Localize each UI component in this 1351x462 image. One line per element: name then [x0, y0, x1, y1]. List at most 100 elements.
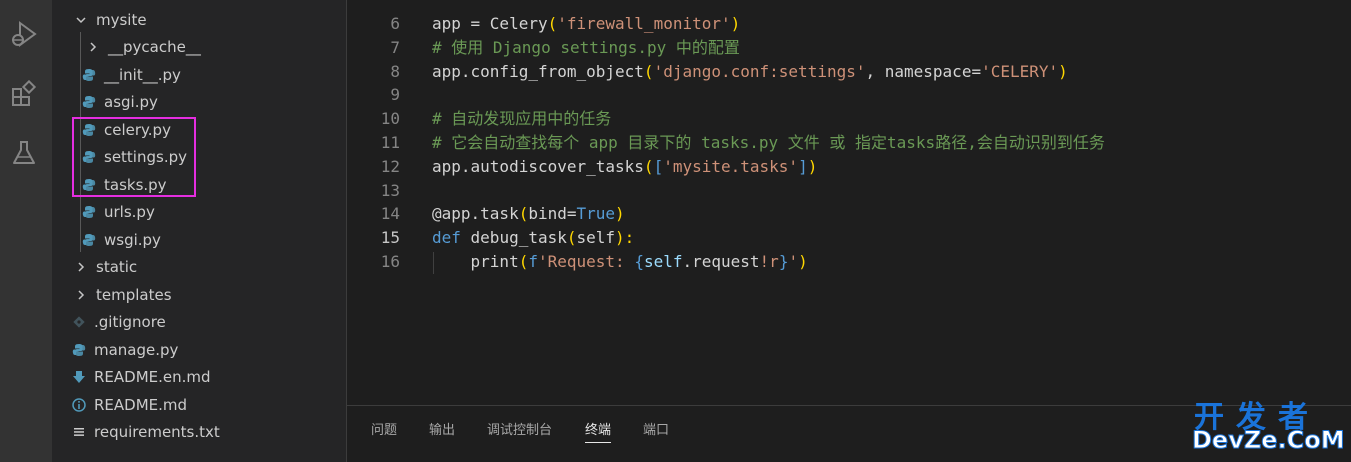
code-token: (: [518, 204, 529, 224]
explorer-item[interactable]: wsgi.py: [80, 226, 161, 253]
code-token: ): [807, 156, 818, 176]
explorer-item-label: README.md: [94, 395, 188, 414]
code-token: ): [1058, 61, 1068, 81]
code-token: 'firewall_monitor': [557, 14, 731, 33]
explorer-item-label: asgi.py: [104, 92, 158, 111]
line-number: 12: [380, 156, 400, 176]
code-line[interactable]: 10 # 自动发现应用中的任务: [347, 107, 1351, 131]
panel-tab[interactable]: 问题: [371, 422, 397, 442]
code-token: [: [653, 156, 664, 176]
code-token: ): [798, 252, 808, 271]
explorer-item-label: __pycache__: [108, 37, 201, 56]
code-token: def: [432, 228, 461, 248]
code-token: (: [518, 252, 529, 271]
explorer-item-label: README.en.md: [94, 367, 211, 386]
highlight-annotation-box: [72, 117, 196, 197]
text-file-icon: [70, 425, 88, 439]
code-line[interactable]: 7 # 使用 Django settings.py 中的配置: [347, 36, 1351, 60]
code-token: (: [547, 14, 558, 33]
explorer-item[interactable]: __pycache__: [84, 33, 201, 60]
code-token: .request: [682, 252, 760, 271]
line-code: # 它会自动查找每个 app 目录下的 tasks.py 文件 或 指定task…: [432, 131, 1105, 155]
explorer-item[interactable]: README.en.md: [70, 363, 211, 390]
code-token: app.config_from_object: [432, 61, 644, 81]
code-token: ): [730, 14, 741, 33]
panel-tab[interactable]: 调试控制台: [487, 422, 552, 442]
line-number: 7: [390, 37, 400, 57]
explorer-item[interactable]: mysite: [72, 6, 147, 33]
explorer-item-label: templates: [96, 285, 172, 304]
line-number: 16: [380, 252, 400, 271]
code-line[interactable]: 13: [347, 179, 1351, 203]
explorer-item[interactable]: manage.py: [70, 336, 178, 363]
explorer-item[interactable]: .gitignore: [70, 308, 166, 335]
code-token: !r: [759, 252, 779, 271]
code-token: debug_task: [460, 228, 567, 248]
explorer-item[interactable]: templates: [72, 281, 172, 308]
explorer-item[interactable]: requirements.txt: [70, 418, 220, 445]
line-number: 9: [390, 85, 400, 105]
code-line[interactable]: 14 @app.task(bind=True): [347, 202, 1351, 226]
extensions-icon[interactable]: [8, 78, 40, 110]
testing-flask-icon[interactable]: [8, 137, 40, 169]
run-debug-icon[interactable]: [8, 18, 40, 50]
explorer-item-label: manage.py: [94, 340, 179, 359]
code-line[interactable]: 12 app.autodiscover_tasks(['mysite.tasks'…: [347, 155, 1351, 179]
line-code: # 自动发现应用中的任务: [432, 107, 611, 131]
code-line[interactable]: 6 app = Celery('firewall_monitor'): [347, 12, 1351, 36]
code-token: bind=: [528, 204, 577, 224]
explorer-item-label: static: [96, 257, 138, 276]
code-token: # 自动发现应用中的任务: [432, 109, 612, 129]
line-number: 6: [390, 14, 400, 33]
explorer-item[interactable]: asgi.py: [80, 88, 158, 115]
code-line[interactable]: 8 app.config_from_object('django.conf:set…: [347, 60, 1351, 84]
code-token: }: [778, 252, 789, 271]
info-icon: [70, 397, 88, 412]
code-token: (: [643, 61, 654, 81]
code-token: 'mysite.tasks': [663, 156, 799, 176]
chevron-right-icon: [84, 41, 102, 53]
panel-tab[interactable]: 终端: [585, 422, 612, 443]
code-line[interactable]: 11 # 它会自动查找每个 app 目录下的 tasks.py 文件 或 指定ta…: [347, 131, 1351, 155]
python-file-icon: [80, 205, 98, 219]
line-code: # 使用 Django settings.py 中的配置: [432, 36, 740, 60]
explorer-item-label: mysite: [96, 10, 147, 29]
code-line[interactable]: 16 print(f'Request: {self.request!r}'): [347, 250, 1351, 274]
line-code: print(f'Request: {self.request!r}'): [432, 250, 808, 274]
git-file-icon: [70, 315, 88, 329]
explorer-item-label: requirements.txt: [94, 422, 220, 441]
code-token: ]: [798, 156, 808, 176]
code-token: @app.task: [432, 204, 519, 224]
code-token: ): [615, 204, 625, 224]
code-token: ': [788, 252, 799, 271]
line-number: 14: [380, 204, 400, 224]
panel-tab[interactable]: 端口: [643, 422, 669, 442]
explorer-item-label: __init__.py: [104, 65, 181, 84]
line-number: 15: [380, 228, 400, 248]
code-token: 'Request:: [537, 252, 635, 271]
explorer-item[interactable]: README.md: [70, 391, 187, 418]
chevron-right-icon: [72, 289, 90, 301]
panel-tab[interactable]: 输出: [429, 422, 455, 442]
code-token: print: [432, 252, 519, 271]
python-file-icon: [80, 95, 98, 109]
code-line[interactable]: 15 def debug_task(self):: [347, 226, 1351, 250]
line-number: 11: [380, 133, 400, 152]
code-token: (: [643, 156, 654, 176]
explorer-item-label: urls.py: [104, 202, 155, 221]
code-line[interactable]: 9: [347, 83, 1351, 107]
line-code: @app.task(bind=True): [432, 202, 625, 226]
code-token: 'CELERY': [981, 61, 1059, 81]
explorer-item[interactable]: static: [72, 253, 137, 280]
explorer-item[interactable]: urls.py: [80, 198, 155, 225]
code-editor[interactable]: 6 app = Celery('firewall_monitor') 7 # 使用 D…: [347, 0, 1351, 405]
chevron-right-icon: [72, 261, 90, 273]
explorer-item-label: .gitignore: [94, 312, 166, 331]
code-token: 'django.conf:settings': [653, 61, 866, 81]
line-code: app = Celery('firewall_monitor'): [432, 12, 740, 36]
code-token: # 使用 Django settings.py 中的配置: [432, 37, 740, 57]
code-token: self: [576, 228, 616, 248]
explorer-item[interactable]: __init__.py: [80, 61, 181, 88]
download-arrow-icon: [70, 370, 88, 384]
code-token: , namespace=: [865, 61, 982, 81]
